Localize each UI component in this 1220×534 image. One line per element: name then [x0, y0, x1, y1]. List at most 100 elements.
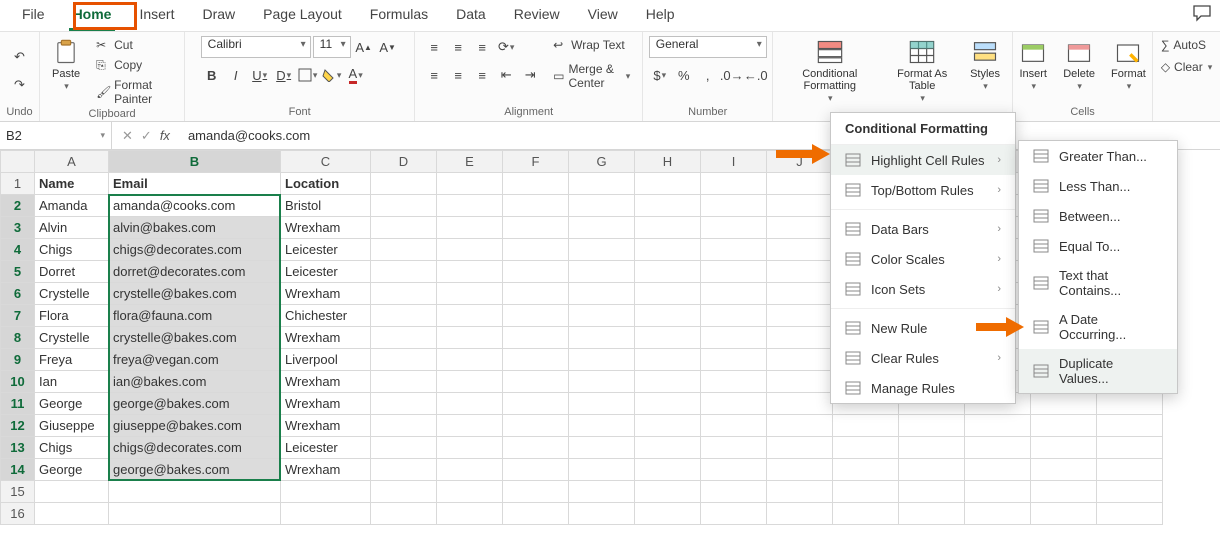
tab-home[interactable]: Home	[59, 0, 126, 31]
format-painter-button[interactable]: 🖌Format Painter	[92, 76, 176, 108]
orientation-icon[interactable]: ⟳▾	[495, 36, 517, 58]
row-header-9[interactable]: 9	[1, 349, 35, 371]
cell-F14[interactable]	[503, 459, 569, 481]
cell-C6[interactable]: Wrexham	[281, 283, 371, 305]
tab-formulas[interactable]: Formulas	[356, 0, 442, 31]
redo-button[interactable]: ↷	[9, 74, 31, 96]
cell-D7[interactable]	[371, 305, 437, 327]
cell-G2[interactable]	[569, 195, 635, 217]
increase-decimal-icon[interactable]: .0→	[721, 64, 743, 86]
cell-F4[interactable]	[503, 239, 569, 261]
font-color-button[interactable]: A▾	[345, 64, 367, 86]
row-header-11[interactable]: 11	[1, 393, 35, 415]
cell-J3[interactable]	[767, 217, 833, 239]
cell-J11[interactable]	[767, 393, 833, 415]
cell-O13[interactable]	[1097, 437, 1163, 459]
cell-B2[interactable]: amanda@cooks.com	[109, 195, 281, 217]
cell-D14[interactable]	[371, 459, 437, 481]
cell-A4[interactable]: Chigs	[35, 239, 109, 261]
cell-N13[interactable]	[1031, 437, 1097, 459]
cell-D6[interactable]	[371, 283, 437, 305]
tab-page-layout[interactable]: Page Layout	[249, 0, 356, 31]
menu-item-color-scales[interactable]: Color Scales›	[831, 244, 1015, 274]
cancel-formula-icon[interactable]: ✕	[122, 128, 133, 144]
row-header-1[interactable]: 1	[1, 173, 35, 195]
cell-E2[interactable]	[437, 195, 503, 217]
cell-E12[interactable]	[437, 415, 503, 437]
menu-item-highlight-cell-rules[interactable]: Highlight Cell Rules›	[831, 145, 1015, 175]
cell-I10[interactable]	[701, 371, 767, 393]
menu-item-data-bars[interactable]: Data Bars›	[831, 214, 1015, 244]
cell-D4[interactable]	[371, 239, 437, 261]
cell-A3[interactable]: Alvin	[35, 217, 109, 239]
cell-J1[interactable]	[767, 173, 833, 195]
cell-B10[interactable]: ian@bakes.com	[109, 371, 281, 393]
cell-K16[interactable]	[833, 503, 899, 525]
wrap-text-button[interactable]: ↩Wrap Text	[549, 36, 634, 54]
cell-D8[interactable]	[371, 327, 437, 349]
cell-F16[interactable]	[503, 503, 569, 525]
cell-H11[interactable]	[635, 393, 701, 415]
cell-J9[interactable]	[767, 349, 833, 371]
menu-item-icon-sets[interactable]: Icon Sets›	[831, 274, 1015, 304]
cell-H16[interactable]	[635, 503, 701, 525]
cell-I11[interactable]	[701, 393, 767, 415]
col-header-F[interactable]: F	[503, 151, 569, 173]
align-top-icon[interactable]: ≡	[423, 36, 445, 58]
cell-K13[interactable]	[833, 437, 899, 459]
autosum-button[interactable]: ∑AutoS	[1157, 36, 1210, 54]
cell-I13[interactable]	[701, 437, 767, 459]
cell-I14[interactable]	[701, 459, 767, 481]
col-header-H[interactable]: H	[635, 151, 701, 173]
cell-F15[interactable]	[503, 481, 569, 503]
cell-M14[interactable]	[965, 459, 1031, 481]
tab-review[interactable]: Review	[500, 0, 574, 31]
cell-B6[interactable]: crystelle@bakes.com	[109, 283, 281, 305]
cell-M12[interactable]	[965, 415, 1031, 437]
underline-button[interactable]: U▾	[249, 64, 271, 86]
cell-M13[interactable]	[965, 437, 1031, 459]
cell-B1[interactable]: Email	[109, 173, 281, 195]
cell-H5[interactable]	[635, 261, 701, 283]
cell-B14[interactable]: george@bakes.com	[109, 459, 281, 481]
paste-button[interactable]: Paste▾	[48, 36, 84, 94]
cell-K14[interactable]	[833, 459, 899, 481]
cell-G16[interactable]	[569, 503, 635, 525]
cell-H4[interactable]	[635, 239, 701, 261]
row-header-2[interactable]: 2	[1, 195, 35, 217]
cell-I1[interactable]	[701, 173, 767, 195]
cell-D9[interactable]	[371, 349, 437, 371]
cell-G11[interactable]	[569, 393, 635, 415]
cell-J14[interactable]	[767, 459, 833, 481]
tab-draw[interactable]: Draw	[188, 0, 249, 31]
cell-B5[interactable]: dorret@decorates.com	[109, 261, 281, 283]
cell-N12[interactable]	[1031, 415, 1097, 437]
cell-G4[interactable]	[569, 239, 635, 261]
cell-E8[interactable]	[437, 327, 503, 349]
tab-help[interactable]: Help	[632, 0, 689, 31]
cell-J16[interactable]	[767, 503, 833, 525]
cell-G8[interactable]	[569, 327, 635, 349]
cell-B13[interactable]: chigs@decorates.com	[109, 437, 281, 459]
cell-E13[interactable]	[437, 437, 503, 459]
cell-A13[interactable]: Chigs	[35, 437, 109, 459]
cell-F1[interactable]	[503, 173, 569, 195]
cell-O14[interactable]	[1097, 459, 1163, 481]
cell-A5[interactable]: Dorret	[35, 261, 109, 283]
cell-C10[interactable]: Wrexham	[281, 371, 371, 393]
cell-G1[interactable]	[569, 173, 635, 195]
cell-I7[interactable]	[701, 305, 767, 327]
font-name-select[interactable]: Calibri	[201, 36, 311, 58]
cell-H8[interactable]	[635, 327, 701, 349]
submenu-item-equal-to-[interactable]: Equal To...	[1019, 231, 1177, 261]
cell-A6[interactable]: Crystelle	[35, 283, 109, 305]
cell-F9[interactable]	[503, 349, 569, 371]
row-header-5[interactable]: 5	[1, 261, 35, 283]
number-format-select[interactable]: General	[649, 36, 767, 58]
cell-C2[interactable]: Bristol	[281, 195, 371, 217]
cell-O15[interactable]	[1097, 481, 1163, 503]
cell-I9[interactable]	[701, 349, 767, 371]
cell-C9[interactable]: Liverpool	[281, 349, 371, 371]
cell-L16[interactable]	[899, 503, 965, 525]
cell-F8[interactable]	[503, 327, 569, 349]
